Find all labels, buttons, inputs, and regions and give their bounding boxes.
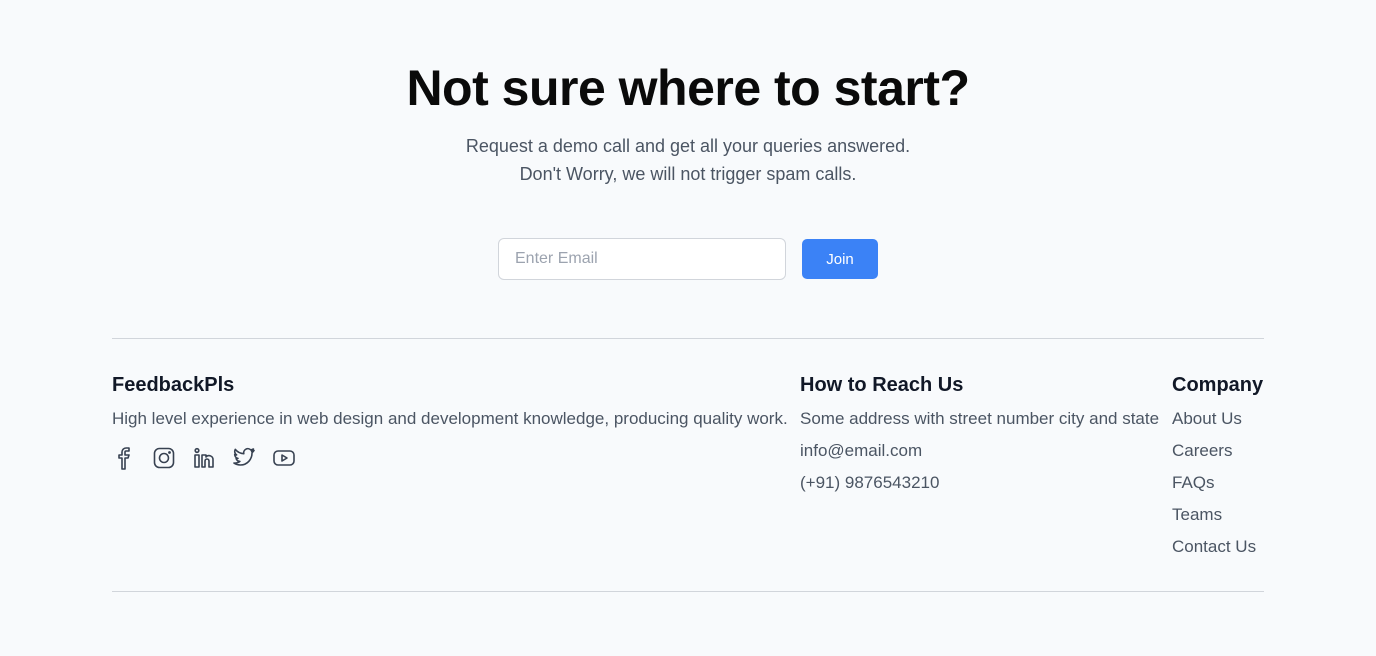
twitter-icon[interactable] (232, 446, 256, 470)
email-signup-form: Join (0, 238, 1376, 280)
cta-section: Not sure where to start? Request a demo … (0, 0, 1376, 280)
company-link-contact-us[interactable]: Contact Us (1172, 536, 1263, 558)
footer-brand-column: FeedbackPls High level experience in web… (112, 372, 788, 470)
footer-company-column: Company About Us Careers FAQs Teams Cont… (1172, 372, 1263, 558)
reach-address: Some address with street number city and… (800, 409, 1160, 428)
brand-name: FeedbackPls (112, 374, 235, 396)
company-link-about-us[interactable]: About Us (1172, 408, 1263, 430)
cta-title: Not sure where to start? (406, 60, 970, 116)
company-link-careers[interactable]: Careers (1172, 440, 1263, 462)
cta-subtitle: Request a demo call and get all your que… (0, 132, 1376, 188)
email-input[interactable] (498, 238, 786, 280)
join-button[interactable]: Join (802, 239, 878, 279)
cta-subtitle-line-1: Request a demo call and get all your que… (465, 136, 911, 156)
reach-phone: (+91) 9876543210 (800, 473, 940, 492)
footer-divider-top (112, 338, 1264, 339)
footer-divider-bottom (112, 591, 1264, 592)
reach-email: info@email.com (800, 441, 923, 460)
reach-heading: How to Reach Us (800, 374, 964, 396)
company-heading: Company (1172, 374, 1264, 396)
company-link-teams[interactable]: Teams (1172, 504, 1263, 526)
youtube-icon[interactable] (272, 446, 296, 470)
cta-subtitle-line-2: Don't Worry, we will not trigger spam ca… (519, 164, 857, 184)
linkedin-icon[interactable] (192, 446, 216, 470)
facebook-icon[interactable] (112, 446, 136, 470)
company-link-faqs[interactable]: FAQs (1172, 472, 1263, 494)
brand-tagline: High level experience in web design and … (112, 409, 788, 428)
social-links (112, 446, 788, 470)
footer-reach-column: How to Reach Us Some address with street… (800, 372, 1159, 494)
instagram-icon[interactable] (152, 446, 176, 470)
